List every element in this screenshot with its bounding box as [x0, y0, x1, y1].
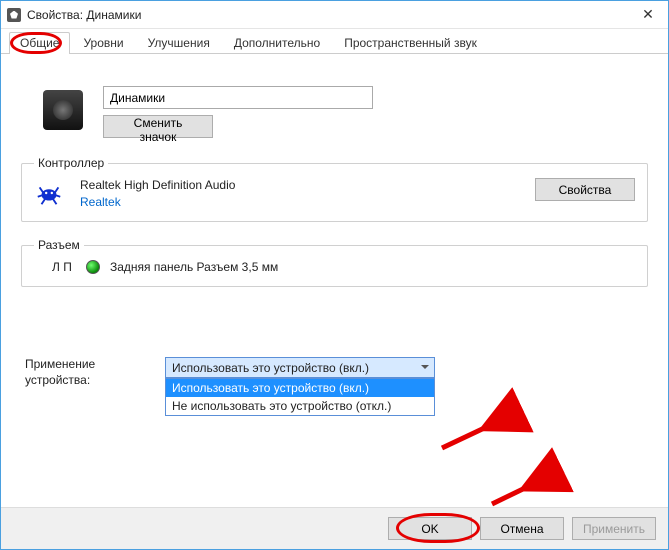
tab-strip: Общие Уровни Улучшения Дополнительно Про… — [1, 31, 668, 54]
controller-name: Realtek High Definition Audio — [80, 178, 519, 192]
tab-levels[interactable]: Уровни — [72, 32, 134, 54]
controller-vendor-link[interactable]: Realtek — [80, 195, 519, 209]
jack-side-label: Л П — [52, 260, 76, 274]
device-name-input[interactable] — [103, 86, 373, 109]
annotation-arrow-dropdown — [436, 406, 516, 459]
device-usage-dropdown: Использовать это устройство (вкл.) Не ис… — [165, 378, 435, 416]
app-icon — [7, 8, 21, 22]
controller-group: Контроллер Realtek High Definition Audio… — [21, 156, 648, 222]
tab-spatial[interactable]: Пространственный звук — [333, 32, 488, 54]
jack-legend: Разъем — [34, 238, 84, 252]
change-icon-button[interactable]: Сменить значок — [103, 115, 213, 138]
device-usage-option-enable[interactable]: Использовать это устройство (вкл.) — [166, 379, 434, 397]
window-title: Свойства: Динамики — [27, 8, 628, 22]
jack-group: Разъем Л П Задняя панель Разъем 3,5 мм — [21, 238, 648, 287]
controller-legend: Контроллер — [34, 156, 108, 170]
tab-general[interactable]: Общие — [9, 32, 70, 54]
cancel-button[interactable]: Отмена — [480, 517, 564, 540]
jack-description: Задняя панель Разъем 3,5 мм — [110, 260, 278, 274]
close-icon[interactable]: ✕ — [628, 1, 668, 29]
jack-color-icon — [86, 260, 100, 274]
device-usage-combo[interactable]: Использовать это устройство (вкл.) Испол… — [165, 357, 435, 378]
tab-advanced[interactable]: Дополнительно — [223, 32, 331, 54]
device-usage-option-disable[interactable]: Не использовать это устройство (откл.) — [166, 397, 434, 415]
device-usage-label: Применение устройства: — [25, 357, 135, 388]
device-usage-selected[interactable]: Использовать это устройство (вкл.) — [165, 357, 435, 378]
titlebar: Свойства: Динамики ✕ — [1, 1, 668, 29]
realtek-icon — [34, 178, 64, 208]
controller-properties-button[interactable]: Свойства — [535, 178, 635, 201]
speaker-icon — [43, 90, 83, 130]
ok-button[interactable]: OK — [388, 517, 472, 540]
dialog-footer: OK Отмена Применить — [1, 507, 668, 549]
apply-button[interactable]: Применить — [572, 517, 656, 540]
tab-enhancements[interactable]: Улучшения — [137, 32, 221, 54]
